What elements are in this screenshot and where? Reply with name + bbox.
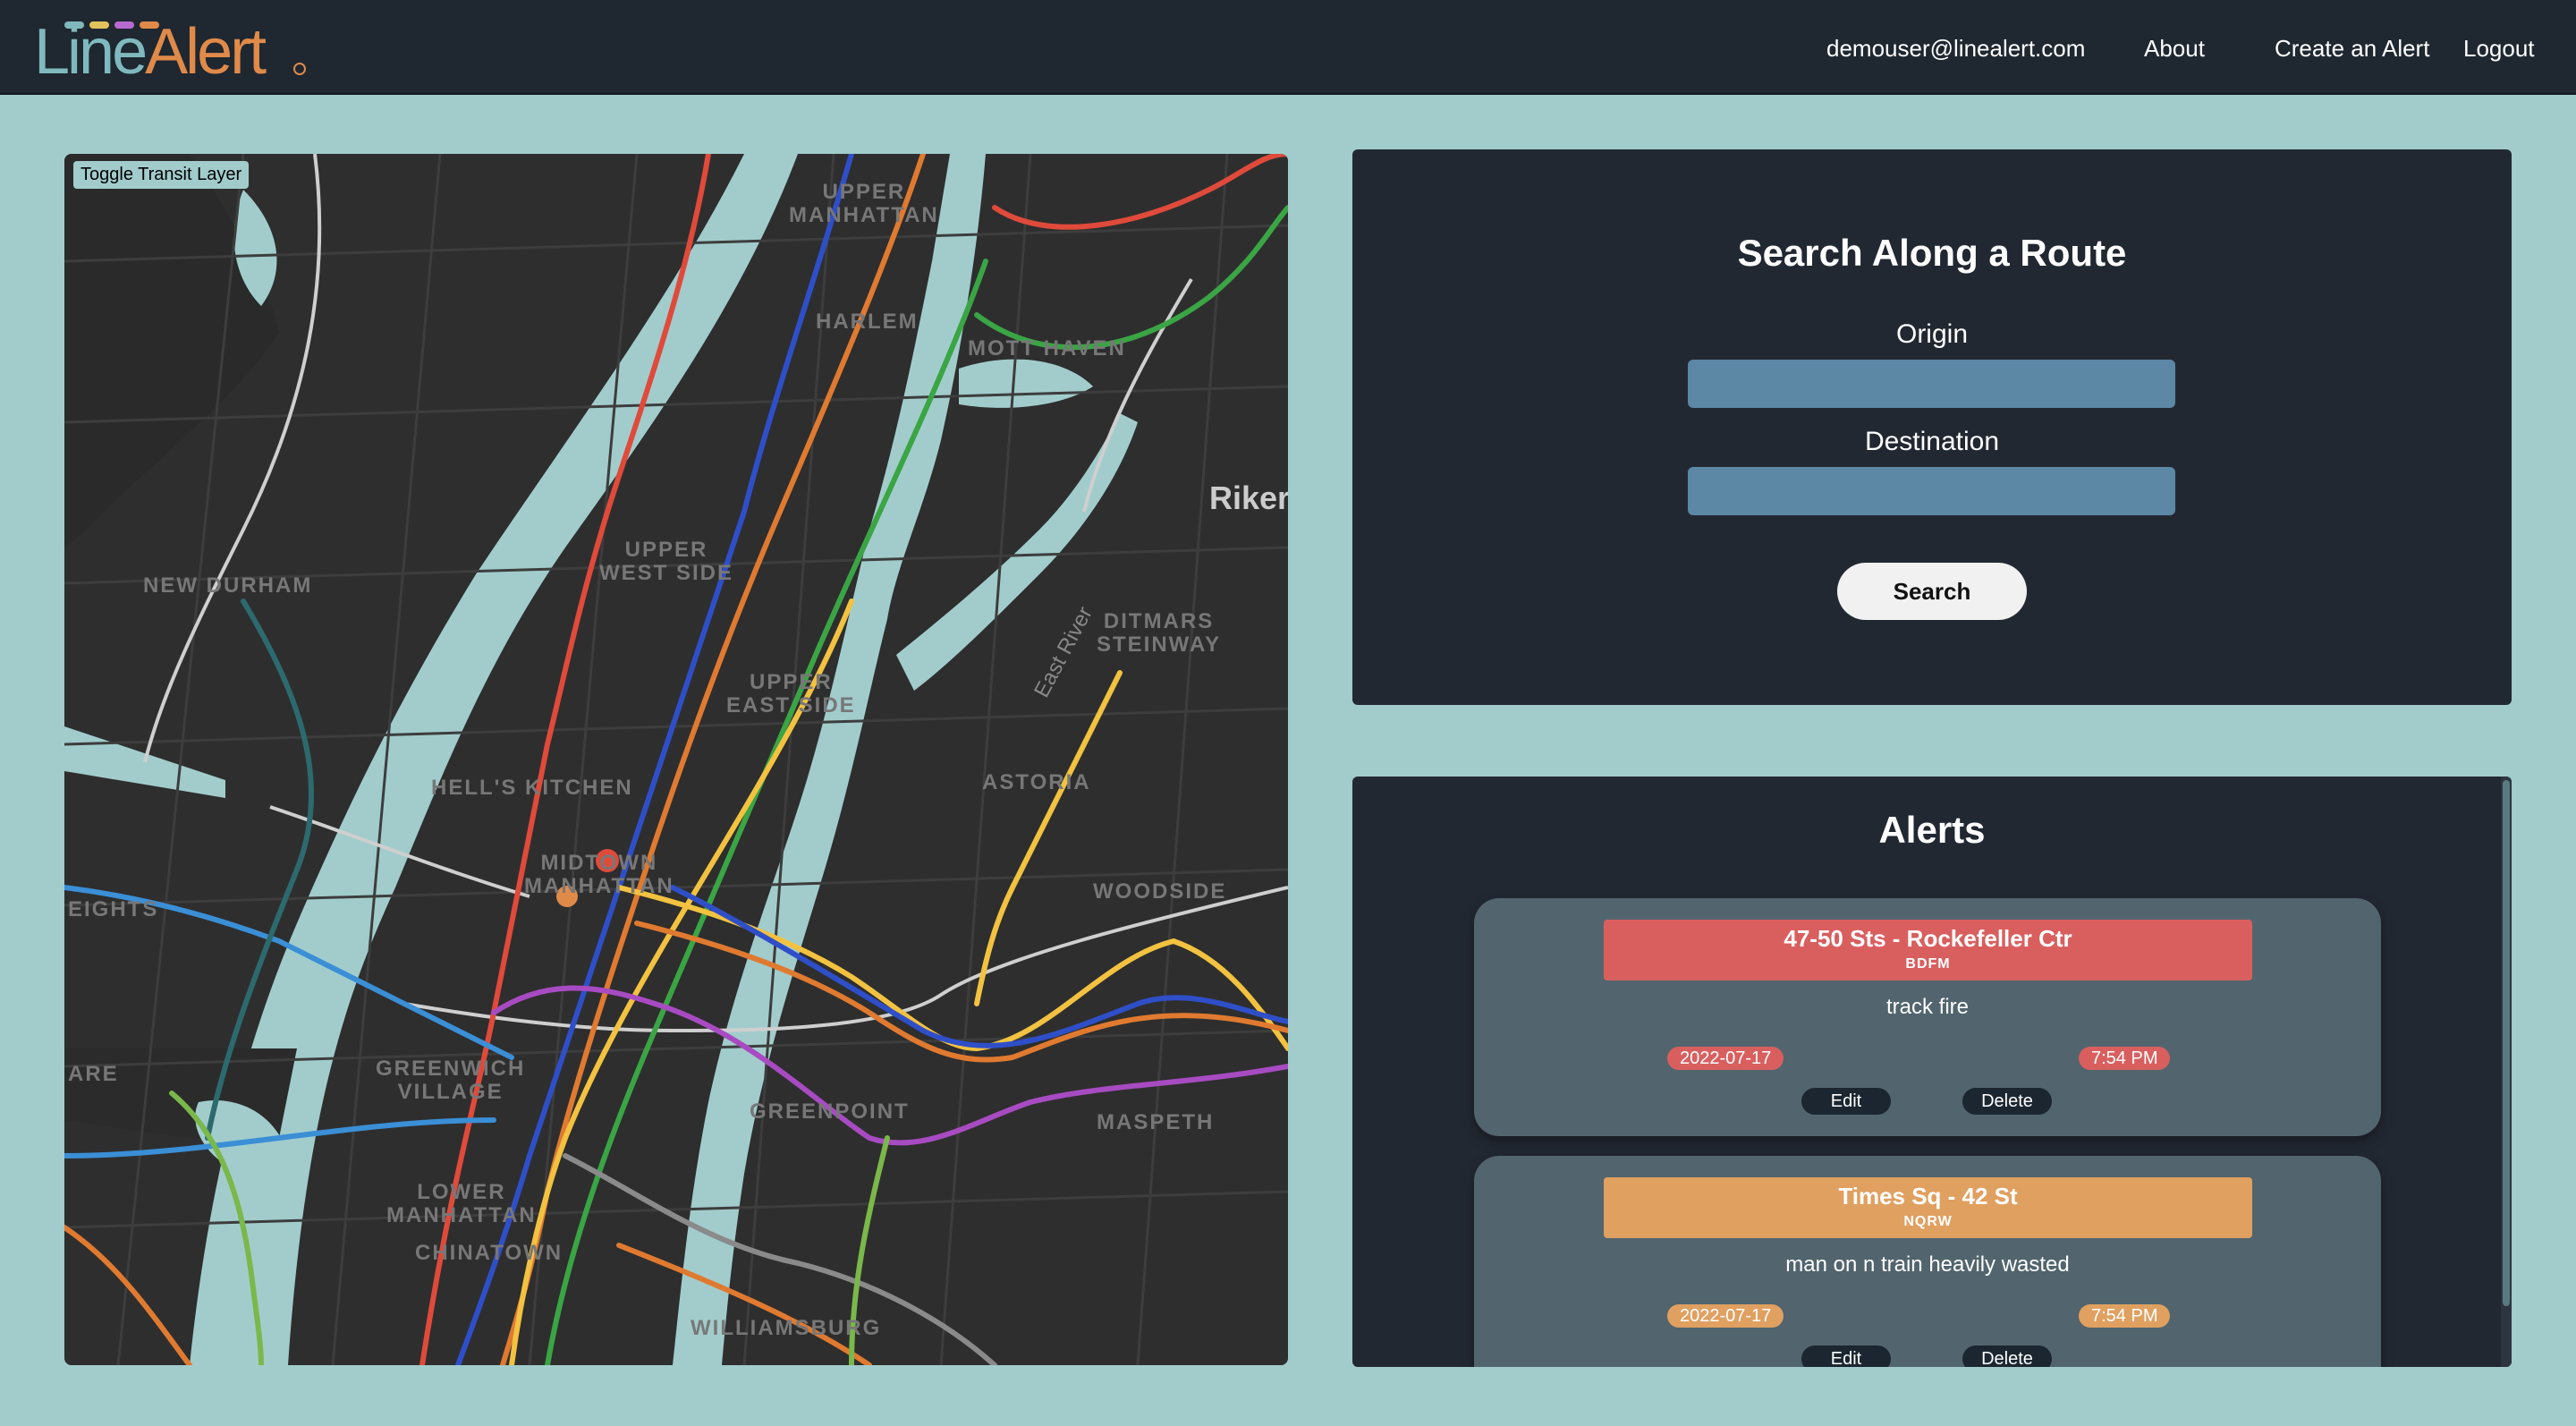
search-button[interactable]: Search bbox=[1837, 563, 2027, 620]
alert-header: Times Sq - 42 St NQRW bbox=[1604, 1177, 2252, 1238]
map-label-mott-haven: MOTT HAVEN bbox=[968, 336, 1126, 361]
edit-alert-button[interactable]: Edit bbox=[1801, 1088, 1891, 1115]
search-panel-title: Search Along a Route bbox=[1737, 232, 2127, 274]
origin-input[interactable] bbox=[1688, 360, 2175, 408]
map-label-midtown-manhattan: MIDTOWN MANHATTAN bbox=[524, 851, 674, 898]
alerts-scrollbar[interactable] bbox=[2501, 777, 2512, 1367]
alerts-scroll-thumb[interactable] bbox=[2503, 780, 2510, 1306]
linealert-logo[interactable]: LineAlert bbox=[34, 16, 311, 88]
map-label-ditmars-steinway: DITMARS STEINWAY bbox=[1097, 609, 1222, 657]
nav-logout[interactable]: Logout bbox=[2463, 34, 2535, 63]
map-label-hare: ARE bbox=[68, 1062, 119, 1086]
navbar: LineAlert demouser@linealert.com About C… bbox=[0, 0, 2576, 95]
map-label-hells-kitchen: HELL'S KITCHEN bbox=[431, 776, 633, 800]
destination-label: Destination bbox=[1864, 427, 2000, 456]
alert-time-badge: 7:54 PM bbox=[2079, 1047, 2171, 1070]
alert-card: 47-50 Sts - Rockefeller Ctr BDFM track f… bbox=[1474, 898, 2381, 1136]
alert-lines: NQRW bbox=[1903, 1214, 1953, 1229]
map-label-maspeth: MASPETH bbox=[1097, 1110, 1215, 1134]
alerts-title: Alerts bbox=[1878, 809, 1986, 851]
map-label-lower-manhattan: LOWER MANHATTAN bbox=[386, 1180, 537, 1227]
transit-map[interactable]: Toggle Transit Layer UPPER MANHATTAN HAR… bbox=[64, 154, 1288, 1365]
map-label-greenpoint: GREENPOINT bbox=[750, 1099, 910, 1124]
alert-date-badge: 2022-07-17 bbox=[1667, 1047, 1784, 1070]
nav-about[interactable]: About bbox=[2144, 34, 2205, 63]
alert-description: track fire bbox=[1885, 995, 1969, 1019]
destination-input[interactable] bbox=[1688, 467, 2175, 515]
delete-alert-button[interactable]: Delete bbox=[1962, 1088, 2052, 1115]
map-label-upper-manhattan: UPPER MANHATTAN bbox=[789, 180, 939, 227]
alert-station: Times Sq - 42 St bbox=[1838, 1183, 2018, 1210]
map-label-rikers: Riker bbox=[1209, 480, 1288, 516]
map-label-upper-east-side: UPPER EAST SIDE bbox=[726, 670, 856, 717]
map-label-greenwich-village: GREENWICH VILLAGE bbox=[376, 1057, 526, 1104]
map-label-upper-west-side: UPPER WEST SIDE bbox=[599, 538, 734, 585]
origin-label: Origin bbox=[1895, 319, 1969, 349]
map-label-new-durham: NEW DURHAM bbox=[143, 573, 313, 598]
alert-card: Times Sq - 42 St NQRW man on n train hea… bbox=[1474, 1156, 2381, 1367]
map-label-astoria: ASTORIA bbox=[982, 770, 1091, 794]
alert-station: 47-50 Sts - Rockefeller Ctr bbox=[1784, 925, 2072, 952]
nav-create-alert[interactable]: Create an Alert bbox=[2275, 34, 2429, 63]
alerts-panel: Alerts 47-50 Sts - Rockefeller Ctr BDFM … bbox=[1352, 777, 2512, 1367]
map-label-woodside: WOODSIDE bbox=[1093, 879, 1227, 904]
edit-alert-button[interactable]: Edit bbox=[1801, 1345, 1891, 1367]
map-label-chinatown: CHINATOWN bbox=[415, 1241, 564, 1265]
logo-text: LineAlert bbox=[34, 16, 267, 88]
delete-alert-button[interactable]: Delete bbox=[1962, 1345, 2052, 1367]
map-label-harlem: HARLEM bbox=[816, 310, 919, 334]
registered-mark-icon bbox=[293, 63, 306, 75]
map-label-williamsburg: WILLIAMSBURG bbox=[691, 1316, 882, 1340]
alert-lines: BDFM bbox=[1905, 956, 1951, 972]
toggle-transit-layer-button[interactable]: Toggle Transit Layer bbox=[73, 161, 250, 189]
alert-time-badge: 7:54 PM bbox=[2079, 1304, 2171, 1328]
route-search-panel: Search Along a Route Origin Destination … bbox=[1352, 149, 2512, 705]
alert-header: 47-50 Sts - Rockefeller Ctr BDFM bbox=[1604, 920, 2252, 980]
map-label-heights: EIGHTS bbox=[68, 897, 159, 921]
nav-user-email[interactable]: demouser@linealert.com bbox=[1826, 34, 2085, 63]
alert-date-badge: 2022-07-17 bbox=[1667, 1304, 1784, 1328]
alert-description: man on n train heavily wasted bbox=[1785, 1252, 2070, 1277]
